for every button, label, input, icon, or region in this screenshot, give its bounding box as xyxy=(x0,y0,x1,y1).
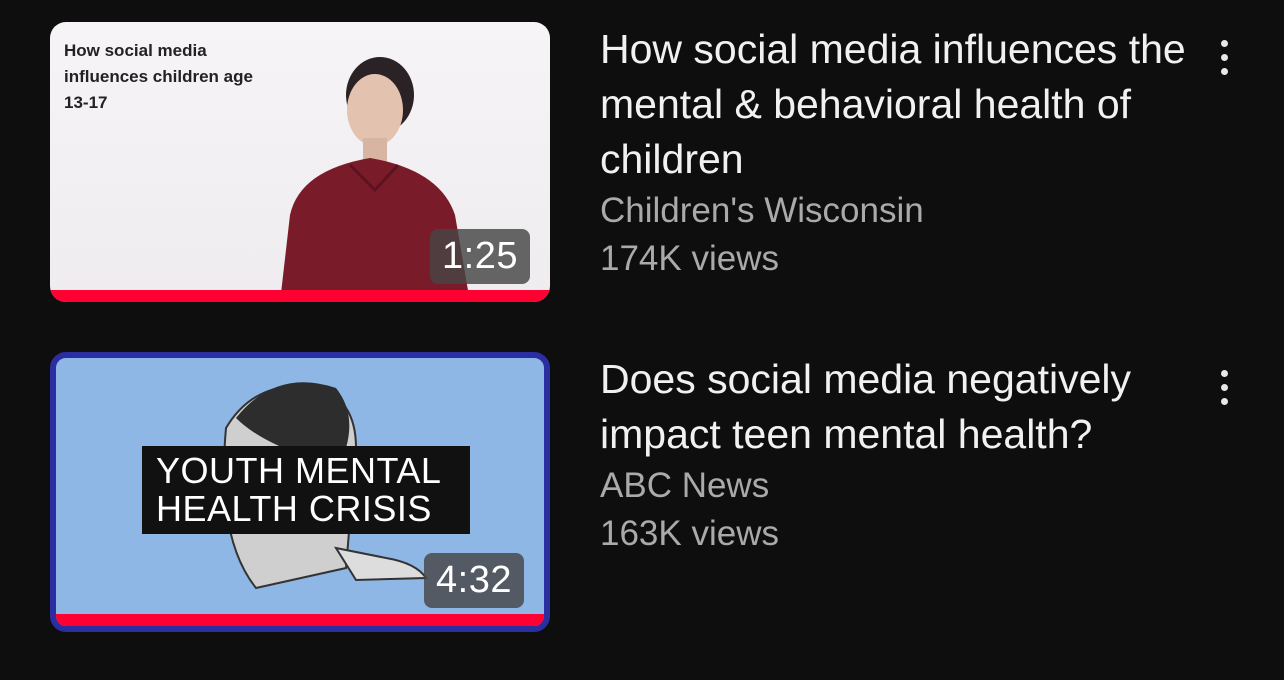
view-count: 174K views xyxy=(600,239,779,278)
video-title[interactable]: How social media influences the mental &… xyxy=(600,22,1190,187)
video-metadata[interactable]: Does social media negatively impact teen… xyxy=(600,352,1190,558)
view-count: 163K views xyxy=(600,514,779,553)
video-item[interactable]: How social media influences children age… xyxy=(0,22,1284,312)
more-vertical-icon[interactable] xyxy=(1210,370,1238,430)
video-item[interactable]: YOUTH MENTAL HEALTH CRISIS 4:32 Does soc… xyxy=(0,352,1284,642)
more-vertical-icon[interactable] xyxy=(1210,40,1238,100)
channel-name[interactable]: Children's Wisconsin xyxy=(600,187,1190,235)
channel-name[interactable]: ABC News xyxy=(600,462,1190,510)
thumbnail-caption: YOUTH MENTAL HEALTH CRISIS xyxy=(142,446,470,534)
video-metadata[interactable]: How social media influences the mental &… xyxy=(600,22,1190,283)
watch-progress-bar xyxy=(56,614,544,626)
video-thumbnail[interactable]: How social media influences children age… xyxy=(50,22,550,302)
video-title[interactable]: Does social media negatively impact teen… xyxy=(600,352,1190,462)
watch-progress-bar xyxy=(50,290,550,302)
video-thumbnail[interactable]: YOUTH MENTAL HEALTH CRISIS 4:32 xyxy=(50,352,550,632)
video-duration: 4:32 xyxy=(424,553,524,608)
video-duration: 1:25 xyxy=(430,229,530,284)
